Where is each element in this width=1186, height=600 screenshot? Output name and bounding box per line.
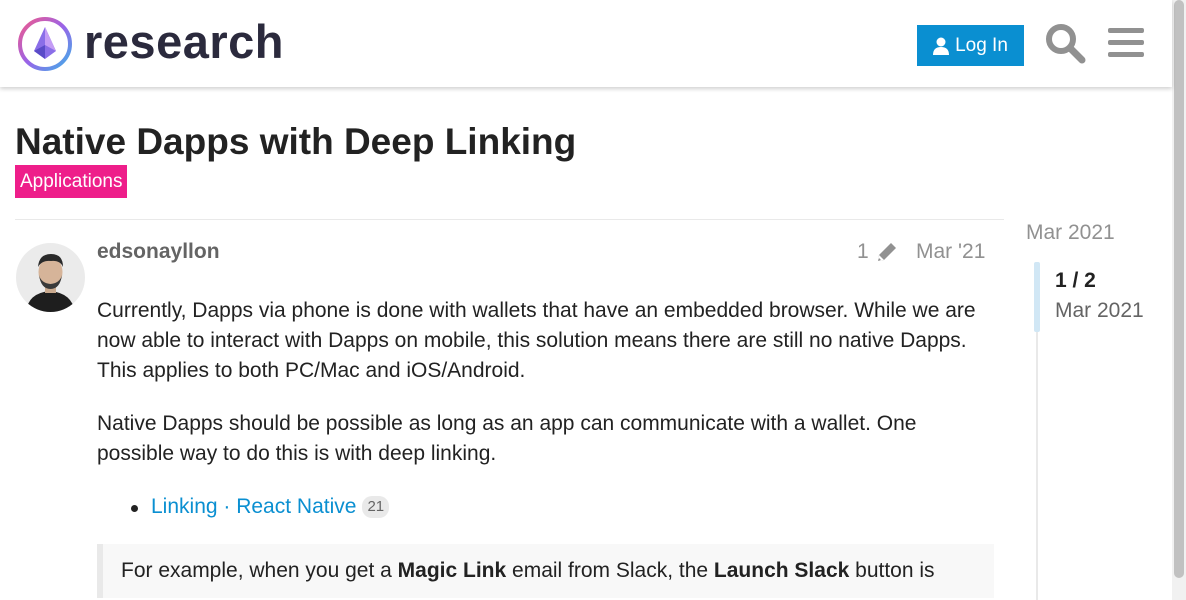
blockquote: For example, when you get a Magic Link e… [97,544,994,598]
post-body: Currently, Dapps via phone is done with … [97,296,994,598]
link-list: Linking · React Native 21 [97,492,987,522]
topic-divider [15,219,1004,220]
quote-bold-text: Magic Link [397,559,507,582]
timeline-current-date: Mar 2021 [1055,299,1144,322]
linking-react-native-link[interactable]: Linking · React Native [151,495,356,518]
category-badge[interactable]: Applications [15,165,128,198]
login-button-label: Log In [955,34,1008,56]
site-logo-text[interactable]: research [84,12,284,72]
timeline-scroll-handle[interactable] [1034,262,1040,332]
topic-title[interactable]: Native Dapps with Deep Linking [15,119,576,165]
site-logo[interactable] [16,15,74,73]
timeline-start-date[interactable]: Mar 2021 [1026,221,1115,245]
user-icon [933,37,950,55]
search-icon[interactable] [1044,22,1086,64]
quote-text: button is [849,559,935,582]
post-username[interactable]: edsonayllon [97,240,220,264]
edit-count: 1 [857,240,869,263]
hamburger-menu-icon[interactable] [1105,22,1147,64]
post-paragraph: Currently, Dapps via phone is done with … [97,299,976,382]
timeline-position: 1 / 2 [1055,269,1096,292]
quote-bold-text: Launch Slack [713,559,850,582]
login-button[interactable]: Log In [917,25,1024,66]
list-item: Linking · React Native 21 [131,492,987,522]
post-date[interactable]: Mar '21 [916,240,985,264]
pencil-icon [877,243,896,261]
page-scrollbar-thumb[interactable] [1174,0,1184,578]
post-edit-history[interactable]: 1 [857,240,899,264]
link-click-count: 21 [362,496,390,518]
quote-text: For example, when you get a [121,559,398,582]
user-avatar[interactable] [16,243,85,312]
post-paragraph: Native Dapps should be possible as long … [97,412,917,465]
site-header: research Log In [0,0,1172,87]
bullet-dot [131,505,138,512]
quote-text: email from Slack, the [506,559,714,582]
